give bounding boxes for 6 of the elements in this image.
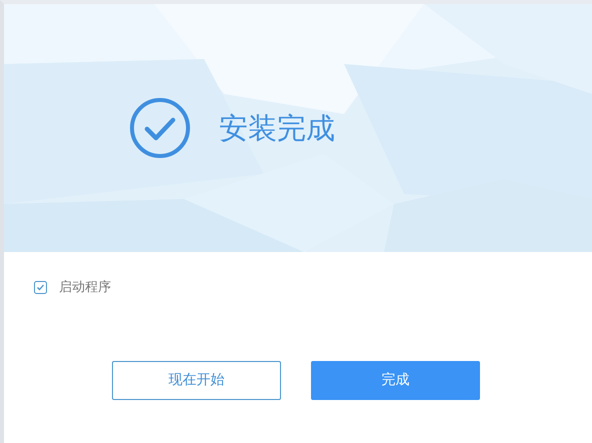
checkbox[interactable] <box>34 281 47 294</box>
finish-button[interactable]: 完成 <box>311 361 480 400</box>
title: 安装完成 <box>219 114 335 142</box>
checkbox-label: 启动程序 <box>59 279 111 297</box>
check-circle-icon <box>129 97 191 159</box>
start-now-button[interactable]: 现在开始 <box>112 361 281 400</box>
